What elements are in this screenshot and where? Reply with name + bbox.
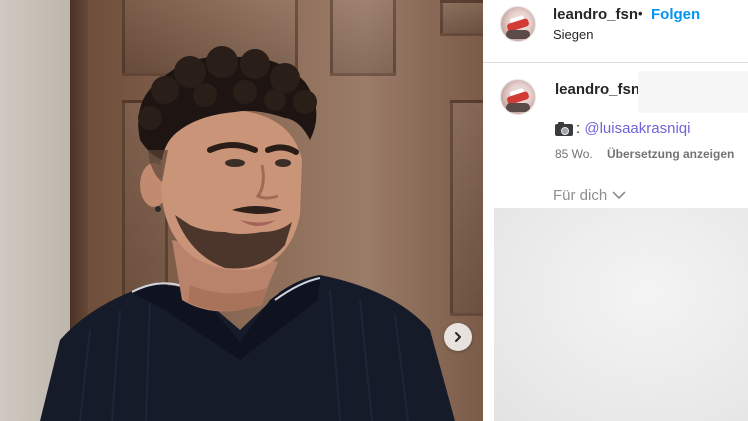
post-age: 85 Wo.: [555, 147, 593, 161]
caption-blank-area: [638, 71, 748, 113]
separator-dot: •: [638, 6, 643, 21]
post-side-panel: leandro_fsn • Folgen Siegen leandro_fsn …: [483, 0, 748, 421]
person-portrait: [40, 46, 455, 421]
chevron-down-icon: [612, 191, 626, 199]
caption-text: : @luisaakrasniqi: [555, 120, 690, 137]
next-photo-button[interactable]: [444, 323, 472, 351]
location-link[interactable]: Siegen: [553, 27, 593, 42]
post-header: leandro_fsn • Folgen Siegen: [483, 0, 748, 63]
mention-link[interactable]: @luisaakrasniqi: [584, 120, 690, 137]
post-photo[interactable]: [0, 0, 483, 421]
for-you-label: Für dich: [553, 187, 608, 204]
camera-emoji-icon: [555, 121, 575, 136]
for-you-dropdown[interactable]: Für dich: [553, 187, 626, 204]
avatar[interactable]: [500, 79, 536, 115]
caption-colon: :: [576, 120, 581, 137]
translate-button[interactable]: Übersetzung anzeigen: [607, 147, 734, 161]
chevron-right-icon: [455, 332, 461, 342]
follow-button[interactable]: Folgen: [651, 6, 700, 23]
suggested-post-preview[interactable]: [494, 208, 748, 421]
post-username-link[interactable]: leandro_fsn: [553, 6, 638, 23]
caption-username-link[interactable]: leandro_fsn: [555, 81, 640, 98]
avatar[interactable]: [500, 6, 536, 42]
